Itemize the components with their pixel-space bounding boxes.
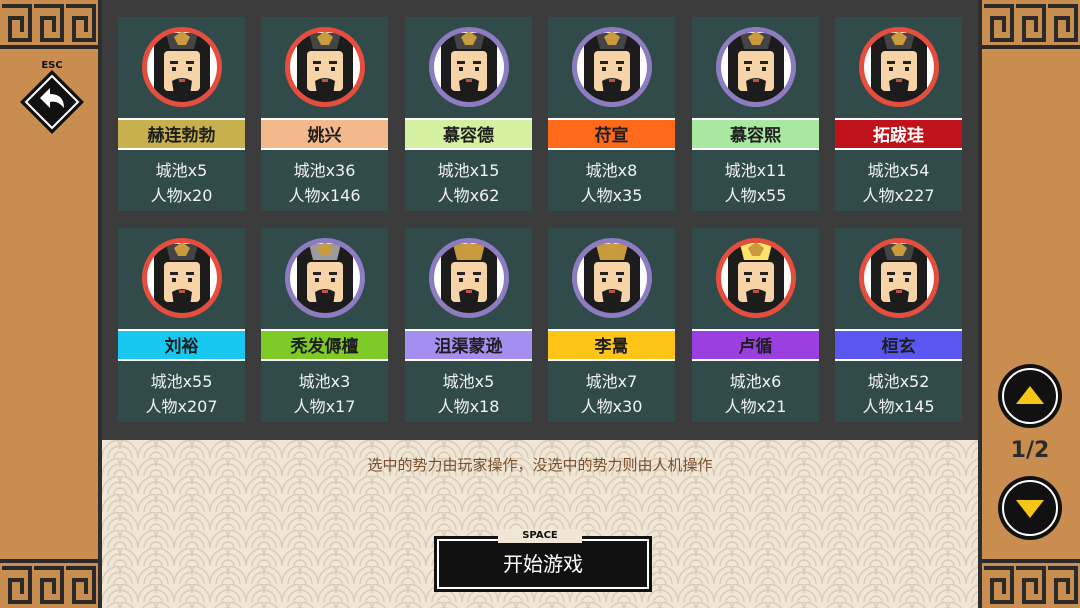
faction-name: 慕容熙 (692, 118, 819, 150)
faction-card[interactable]: 姚兴城池x36 人物x146 (261, 17, 388, 211)
faction-name: 桓玄 (835, 329, 962, 361)
faction-people: 人物x21 (724, 397, 787, 416)
general-portrait (285, 238, 365, 318)
faction-name: 卢循 (692, 329, 819, 361)
faction-name: 刘裕 (118, 329, 245, 361)
general-portrait (142, 238, 222, 318)
faction-name: 李暠 (548, 329, 675, 361)
faction-name: 姚兴 (261, 118, 388, 150)
fret-border-top-left (0, 0, 98, 50)
faction-people: 人物x18 (437, 397, 500, 416)
page-indicator: 1/2 (1010, 438, 1050, 463)
faction-card[interactable]: 秃发傉檀城池x3 人物x17 (261, 228, 388, 422)
page-down-button[interactable] (996, 474, 1064, 542)
faction-cities: 城池x3 (298, 372, 351, 391)
faction-cities: 城池x7 (585, 372, 638, 391)
faction-name: 赫连勃勃 (118, 118, 245, 150)
faction-cities: 城池x5 (442, 372, 495, 391)
faction-cities: 城池x55 (150, 372, 213, 391)
faction-people: 人物x17 (293, 397, 356, 416)
faction-cities: 城池x11 (724, 161, 787, 180)
page-up-button[interactable] (996, 362, 1064, 430)
general-portrait (429, 27, 509, 107)
general-portrait (859, 27, 939, 107)
faction-people: 人物x55 (724, 186, 787, 205)
faction-card[interactable]: 苻宣城池x8 人物x35 (548, 17, 675, 211)
space-key-label: SPACE (498, 529, 582, 543)
general-portrait (859, 238, 939, 318)
general-portrait (716, 27, 796, 107)
fret-border-bottom-left (0, 558, 98, 608)
bottom-panel: 选中的势力由玩家操作，没选中的势力则由人机操作 开始游戏 SPACE (102, 440, 978, 608)
faction-cities: 城池x15 (437, 161, 500, 180)
faction-card[interactable]: 拓跋珪城池x54 人物x227 (835, 17, 962, 211)
fret-border-bottom-right (982, 558, 1080, 608)
faction-cities: 城池x5 (155, 161, 208, 180)
hint-text: 选中的势力由玩家操作，没选中的势力则由人机操作 (367, 456, 713, 474)
start-game-button[interactable]: 开始游戏 (434, 536, 652, 592)
general-portrait (716, 238, 796, 318)
back-button[interactable]: ESC (18, 60, 86, 136)
faction-people: 人物x145 (862, 397, 935, 416)
faction-card[interactable]: 沮渠蒙逊城池x5 人物x18 (405, 228, 532, 422)
general-portrait (285, 27, 365, 107)
faction-cities: 城池x52 (867, 372, 930, 391)
faction-people: 人物x62 (437, 186, 500, 205)
faction-card[interactable]: 卢循城池x6 人物x21 (692, 228, 819, 422)
faction-cities: 城池x6 (729, 372, 782, 391)
faction-people: 人物x30 (580, 397, 643, 416)
faction-people: 人物x227 (862, 186, 935, 205)
faction-name: 慕容德 (405, 118, 532, 150)
faction-cities: 城池x8 (585, 161, 638, 180)
faction-card[interactable]: 桓玄城池x52 人物x145 (835, 228, 962, 422)
faction-card[interactable]: 赫连勃勃城池x5 人物x20 (118, 17, 245, 211)
faction-cities: 城池x54 (867, 161, 930, 180)
faction-card[interactable]: 慕容熙城池x11 人物x55 (692, 17, 819, 211)
general-portrait (572, 238, 652, 318)
faction-card[interactable]: 慕容德城池x15 人物x62 (405, 17, 532, 211)
faction-people: 人物x146 (288, 186, 361, 205)
back-arrow-icon (20, 70, 84, 134)
faction-name: 秃发傉檀 (261, 329, 388, 361)
faction-card[interactable]: 刘裕城池x55 人物x207 (118, 228, 245, 422)
faction-name: 苻宣 (548, 118, 675, 150)
faction-card[interactable]: 李暠城池x7 人物x30 (548, 228, 675, 422)
start-game-label: 开始游戏 (503, 552, 583, 576)
fret-border-top-right (982, 0, 1080, 50)
general-portrait (142, 27, 222, 107)
general-portrait (429, 238, 509, 318)
faction-people: 人物x35 (580, 186, 643, 205)
faction-cities: 城池x36 (293, 161, 356, 180)
general-portrait (572, 27, 652, 107)
faction-name: 拓跋珪 (835, 118, 962, 150)
faction-people: 人物x20 (150, 186, 213, 205)
faction-people: 人物x207 (145, 397, 218, 416)
faction-name: 沮渠蒙逊 (405, 329, 532, 361)
